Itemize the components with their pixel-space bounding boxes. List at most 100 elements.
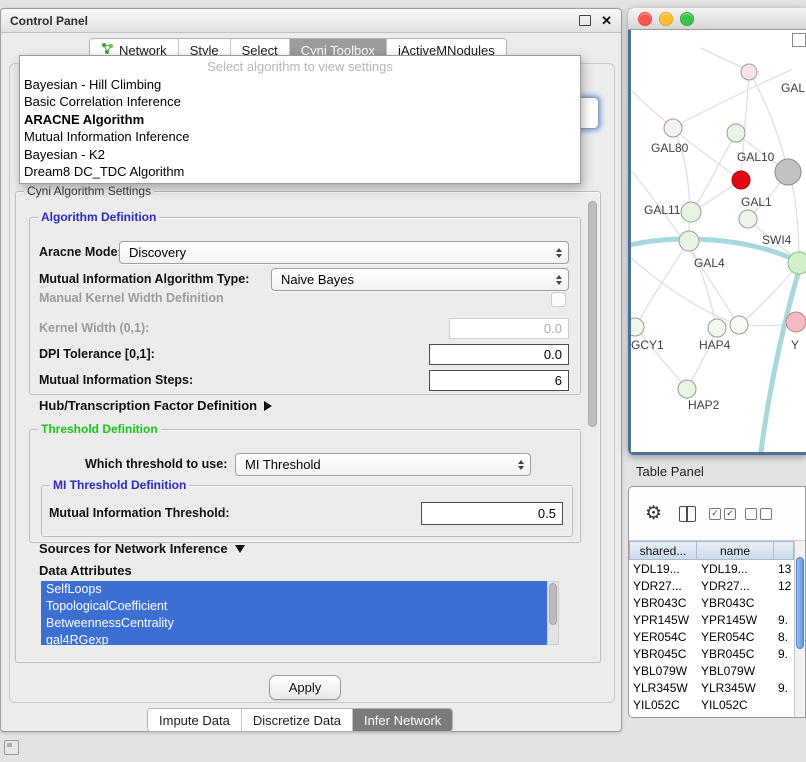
table-row[interactable]: YBR045CYBR045C9. <box>629 645 794 662</box>
network-node[interactable] <box>739 210 757 228</box>
column-header-cut[interactable] <box>774 541 794 560</box>
select-all-icon[interactable]: ✓✓ <box>709 508 736 520</box>
hub-section-toggle[interactable]: Hub/Transcription Factor Definition <box>39 398 272 413</box>
attribute-item[interactable]: SelfLoops <box>41 581 547 598</box>
network-node[interactable] <box>708 319 726 337</box>
tab-infer-network[interactable]: Infer Network <box>353 709 452 731</box>
table-cell: 9. <box>774 647 794 661</box>
table-cell: YDL19... <box>629 562 697 576</box>
table-cell: YPR145W <box>697 613 774 627</box>
mi-steps-input[interactable]: 6 <box>429 370 569 391</box>
window-zoom-light[interactable] <box>680 12 694 26</box>
algorithm-option[interactable]: ARACNE Algorithm <box>20 111 580 129</box>
table-scrollbar-thumb[interactable] <box>796 557 804 649</box>
network-node[interactable] <box>730 316 748 334</box>
table-row[interactable]: YER054CYER054C8. <box>629 628 794 645</box>
table-cell: 13 <box>774 562 794 576</box>
tab-discretize-data[interactable]: Discretize Data <box>242 709 353 731</box>
network-edge <box>790 174 799 260</box>
manual-kernel-checkbox[interactable] <box>551 292 566 307</box>
node-table-body: YDL19...YDL19...13YDR27...YDR27...12YBR0… <box>629 560 794 717</box>
table-row[interactable]: YIL052CYIL052C <box>629 696 794 713</box>
deselect-all-icon[interactable] <box>745 508 772 520</box>
table-row[interactable]: YDR27...YDR27...12 <box>629 577 794 594</box>
columns-icon[interactable] <box>679 506 696 522</box>
attributes-scrollbar-thumb[interactable] <box>549 583 557 625</box>
settings-gear-icon[interactable]: ⚙ <box>645 504 662 523</box>
which-threshold-select[interactable]: MI Threshold <box>235 453 531 476</box>
table-scrollbar[interactable] <box>794 541 805 717</box>
table-cell: YPR145W <box>629 613 697 627</box>
attribute-item[interactable]: BetweennessCentrality <box>41 615 547 632</box>
attributes-scrollbar[interactable] <box>547 581 559 645</box>
table-panel-title: Table Panel <box>636 464 704 479</box>
tab-impute-data[interactable]: Impute Data <box>148 709 242 731</box>
which-threshold-value: MI Threshold <box>245 457 321 472</box>
attribute-item[interactable]: gal4RGexp <box>41 632 547 645</box>
network-node[interactable] <box>681 202 701 222</box>
algorithm-option[interactable]: Dream8 DC_TDC Algorithm <box>20 163 580 181</box>
minimized-panel-icon[interactable] <box>4 740 19 755</box>
attribute-item[interactable]: TopologicalCoefficient <box>41 598 547 615</box>
bottom-tabs: Impute Data Discretize Data Infer Network <box>147 708 453 732</box>
column-header-name[interactable]: name <box>697 541 774 560</box>
attributes-list: SelfLoopsTopologicalCoefficientBetweenne… <box>41 581 547 645</box>
column-header-shared-name[interactable]: shared... <box>629 541 697 560</box>
node-label: GAL80 <box>651 141 689 155</box>
table-cell: YLR345W <box>629 681 697 695</box>
algorithm-option[interactable]: Basic Correlation Inference <box>20 93 580 111</box>
algorithm-option[interactable]: Bayesian - Hill Climbing <box>20 76 580 94</box>
table-row[interactable]: YBL079WYBL079W <box>629 662 794 679</box>
algorithm-option[interactable]: Bayesian - K2 <box>20 146 580 164</box>
table-row[interactable]: YDL19...YDL19...13 <box>629 560 794 577</box>
group-title-mi-threshold: MI Threshold Definition <box>50 478 189 492</box>
apply-button[interactable]: Apply <box>269 675 341 700</box>
network-edge <box>675 70 791 126</box>
kernel-width-label: Kernel Width (0,1): <box>39 320 149 336</box>
close-icon[interactable]: ✕ <box>601 14 612 27</box>
network-node[interactable] <box>732 171 750 189</box>
control-panel-titlebar[interactable]: Control Panel ✕ <box>1 9 621 33</box>
network-node[interactable] <box>678 380 696 398</box>
network-window-titlebar[interactable] <box>628 8 806 30</box>
kernel-width-input: 0.0 <box>449 318 569 339</box>
sources-section-toggle[interactable]: Sources for Network Inference <box>39 541 245 556</box>
collapse-down-icon <box>235 545 245 553</box>
network-node[interactable] <box>679 231 699 251</box>
table-row[interactable]: YBR043CYBR043C <box>629 594 794 611</box>
expand-right-icon <box>264 401 272 411</box>
network-node[interactable] <box>786 312 806 332</box>
network-node[interactable] <box>788 252 806 274</box>
float-window-icon[interactable] <box>579 15 591 26</box>
window-title: Control Panel <box>10 14 88 28</box>
network-node[interactable] <box>631 318 644 336</box>
table-row[interactable]: YLR345WYLR345W9. <box>629 679 794 696</box>
network-node[interactable] <box>775 159 801 185</box>
settings-scrollbar-thumb[interactable] <box>588 201 597 427</box>
dpi-tolerance-value: 0.0 <box>544 347 562 362</box>
window-minimize-light[interactable] <box>659 12 673 26</box>
updown-arrows-icon <box>518 460 524 470</box>
sources-section-label: Sources for Network Inference <box>39 541 228 556</box>
window-close-light[interactable] <box>638 12 652 26</box>
table-row[interactable]: YPR145WYPR145W9. <box>629 611 794 628</box>
group-title-threshold-definition: Threshold Definition <box>38 422 161 436</box>
dpi-tolerance-input[interactable]: 0.0 <box>429 344 569 365</box>
hub-section-label: Hub/Transcription Factor Definition <box>39 398 257 413</box>
network-node[interactable] <box>664 119 682 137</box>
table-cell: YIL052C <box>629 698 697 712</box>
aracne-mode-value: Discovery <box>129 245 186 260</box>
mi-type-select[interactable]: Naive Bayes <box>271 268 569 291</box>
table-header-row: shared... name <box>629 541 794 560</box>
network-canvas[interactable]: GALGAL80GAL10GAL11GAL1SWI4GAL4GCY1HAP4YH… <box>631 30 806 452</box>
network-node[interactable] <box>727 124 745 142</box>
table-cell: YIL052C <box>697 698 774 712</box>
mi-threshold-input[interactable]: 0.5 <box>421 502 563 525</box>
aracne-mode-select[interactable]: Discovery <box>119 241 569 264</box>
network-node[interactable] <box>741 64 757 80</box>
dpi-tolerance-label: DPI Tolerance [0,1]: <box>39 346 155 362</box>
tab-label: Discretize Data <box>253 713 341 728</box>
manual-kernel-label: Manual Kernel Width Definition <box>39 290 224 306</box>
table-cell: YBR043C <box>697 596 774 610</box>
algorithm-option[interactable]: Mutual Information Inference <box>20 128 580 146</box>
